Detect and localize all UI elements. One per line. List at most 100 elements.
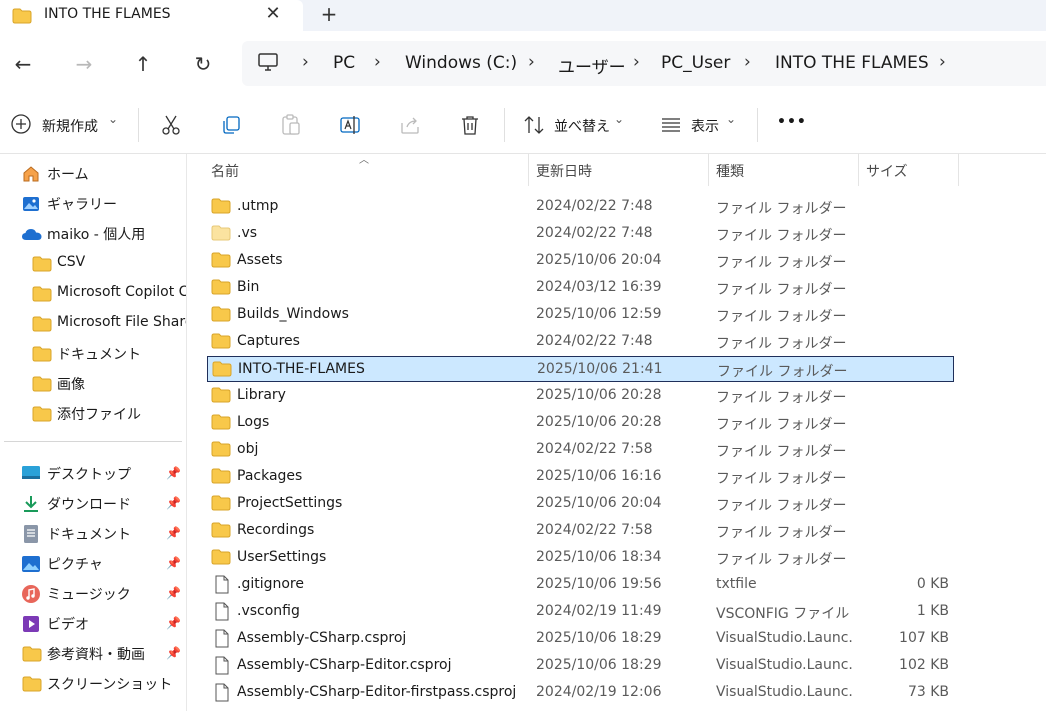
folder-icon: [22, 646, 42, 666]
table-row[interactable]: Recordings 2024/02/22 7:58 ファイル フォルダー: [207, 518, 954, 544]
breadcrumb-windows-c[interactable]: Windows (C:): [405, 53, 517, 73]
table-row[interactable]: Captures 2024/02/22 7:48 ファイル フォルダー: [207, 329, 954, 355]
chevron-down-icon[interactable]: ⌄: [614, 112, 624, 140]
table-row[interactable]: .utmp 2024/02/22 7:48 ファイル フォルダー: [207, 194, 954, 220]
table-row[interactable]: Logs 2025/10/06 20:28 ファイル フォルダー: [207, 410, 954, 436]
file-size: 102 KB: [899, 657, 949, 673]
table-row[interactable]: Library 2025/10/06 20:28 ファイル フォルダー: [207, 383, 954, 409]
refresh-button[interactable]: ↻: [189, 50, 217, 78]
new-tab-button[interactable]: +: [318, 3, 340, 25]
delete-icon[interactable]: [458, 113, 482, 137]
column-header-size[interactable]: サイズ: [866, 161, 908, 181]
forward-button[interactable]: →: [70, 50, 98, 78]
file-name: Assembly-CSharp.csproj: [237, 630, 407, 646]
breadcrumb-pc[interactable]: PC: [333, 53, 355, 73]
pin-icon[interactable]: 📌: [166, 526, 181, 540]
pin-icon[interactable]: 📌: [166, 616, 181, 630]
up-button[interactable]: ↑: [129, 50, 157, 78]
table-row[interactable]: Builds_Windows 2025/10/06 12:59 ファイル フォルダー: [207, 302, 954, 328]
table-row[interactable]: Bin 2024/03/12 16:39 ファイル フォルダー: [207, 275, 954, 301]
table-row-selected[interactable]: INTO-THE-FLAMES 2025/10/06 21:41 ファイル フォルダ…: [207, 356, 954, 382]
table-row[interactable]: .vsconfig 2024/02/19 11:49 VSCONFIG ファイル 1 …: [207, 599, 954, 625]
back-button[interactable]: ←: [9, 50, 37, 78]
breadcrumb-separator[interactable]: ›: [744, 52, 751, 72]
copy-icon[interactable]: [219, 113, 243, 137]
breadcrumb-users[interactable]: ユーザー: [558, 53, 626, 78]
file-date: 2024/02/22 7:58: [536, 441, 653, 457]
sidebar-item-folder[interactable]: CSV: [0, 250, 186, 278]
table-row[interactable]: Assembly-CSharp.csproj 2025/10/06 18:29 Vi…: [207, 626, 954, 652]
onedrive-icon: [21, 226, 43, 246]
computer-icon[interactable]: [257, 52, 279, 76]
pin-icon[interactable]: 📌: [166, 496, 181, 510]
column-header-type[interactable]: 種類: [716, 161, 744, 181]
cut-icon[interactable]: [159, 113, 183, 137]
sidebar-item-folder[interactable]: 添付ファイル: [0, 400, 186, 428]
column-divider[interactable]: [528, 154, 529, 186]
table-row[interactable]: Packages 2025/10/06 16:16 ファイル フォルダー: [207, 464, 954, 490]
column-divider[interactable]: [858, 154, 859, 186]
view-button[interactable]: 表示: [691, 116, 719, 144]
more-options-button[interactable]: •••: [777, 114, 807, 142]
table-row[interactable]: .gitignore 2025/10/06 19:56 txtfile 0 KB: [207, 572, 954, 598]
table-row[interactable]: .vs 2024/02/22 7:48 ファイル フォルダー: [207, 221, 954, 247]
sidebar-item-videos[interactable]: ビデオ 📌: [0, 610, 186, 638]
column-divider[interactable]: [958, 154, 959, 186]
column-header-date[interactable]: 更新日時: [536, 161, 592, 181]
sidebar-item-folder[interactable]: ドキュメント: [0, 340, 186, 368]
table-row[interactable]: Assembly-CSharp-Editor-firstpass.csproj 2…: [207, 680, 954, 706]
sidebar-item-reference[interactable]: 参考資料・動画 📌: [0, 640, 186, 668]
close-tab-icon[interactable]: ✕: [262, 3, 284, 25]
sort-icon[interactable]: [522, 113, 546, 137]
breadcrumb-separator[interactable]: ›: [633, 52, 640, 72]
file-date: 2024/03/12 16:39: [536, 279, 662, 295]
paste-icon[interactable]: [279, 113, 303, 137]
table-row[interactable]: UserSettings 2025/10/06 18:34 ファイル フォルダー: [207, 545, 954, 571]
sidebar-item-music[interactable]: ミュージック 📌: [0, 580, 186, 608]
sidebar-item-home[interactable]: ホーム: [0, 160, 186, 188]
table-row[interactable]: Assembly-CSharp-Editor.csproj 2025/10/06 …: [207, 653, 954, 679]
sidebar-item-gallery[interactable]: ギャラリー: [0, 190, 186, 218]
sidebar-item-downloads[interactable]: ダウンロード 📌: [0, 490, 186, 518]
column-divider[interactable]: [708, 154, 709, 186]
pin-icon[interactable]: 📌: [166, 466, 181, 480]
tab-active[interactable]: INTO THE FLAMES ✕: [0, 0, 303, 31]
address-bar[interactable]: › PC › Windows (C:) › ユーザー › PC_User › I…: [242, 41, 1046, 86]
column-header-name[interactable]: 名前: [211, 161, 239, 181]
file-name: Bin: [237, 279, 260, 295]
file-name: obj: [237, 441, 259, 457]
breadcrumb-into-the-flames[interactable]: INTO THE FLAMES: [775, 53, 929, 73]
sidebar-item-folder[interactable]: 画像: [0, 370, 186, 398]
breadcrumb-separator[interactable]: ›: [939, 52, 946, 72]
file-date: 2025/10/06 16:16: [536, 468, 662, 484]
file-name: Logs: [237, 414, 270, 430]
breadcrumb-separator[interactable]: ›: [528, 52, 535, 72]
chevron-down-icon[interactable]: ⌄: [108, 112, 118, 140]
new-icon[interactable]: [10, 113, 34, 137]
sidebar-item-screenshots[interactable]: スクリーンショット: [0, 670, 186, 698]
chevron-down-icon[interactable]: ⌄: [726, 112, 736, 140]
pin-icon[interactable]: 📌: [166, 586, 181, 600]
rename-icon[interactable]: [338, 113, 362, 137]
breadcrumb-separator[interactable]: ›: [374, 52, 381, 72]
pin-icon[interactable]: 📌: [166, 646, 181, 660]
table-row[interactable]: Assets 2025/10/06 20:04 ファイル フォルダー: [207, 248, 954, 274]
navigation-bar: ← → ↑ ↻ › PC › Windows (C:) › ユーザー › PC_…: [0, 31, 1046, 96]
sidebar-item-folder[interactable]: Microsoft File Share: [0, 310, 186, 338]
sidebar-item-onedrive[interactable]: maiko - 個人用: [0, 220, 186, 248]
pin-icon[interactable]: 📌: [166, 556, 181, 570]
file-size: 0 KB: [916, 576, 949, 592]
share-icon[interactable]: [398, 113, 422, 137]
file-type: ファイル フォルダー: [716, 255, 847, 271]
table-row[interactable]: ProjectSettings 2025/10/06 20:04 ファイル フォルダ…: [207, 491, 954, 517]
sidebar-item-documents[interactable]: ドキュメント 📌: [0, 520, 186, 548]
sidebar-item-desktop[interactable]: デスクトップ 📌: [0, 460, 186, 488]
sidebar-item-folder[interactable]: Microsoft Copilot C: [0, 280, 186, 308]
breadcrumb-separator[interactable]: ›: [302, 52, 309, 72]
view-icon[interactable]: [659, 113, 683, 137]
breadcrumb-pc-user[interactable]: PC_User: [661, 53, 730, 73]
sort-button[interactable]: 並べ替え: [554, 116, 610, 144]
sidebar-item-pictures[interactable]: ピクチャ 📌: [0, 550, 186, 578]
table-row[interactable]: obj 2024/02/22 7:58 ファイル フォルダー: [207, 437, 954, 463]
new-button[interactable]: 新規作成: [42, 116, 98, 144]
